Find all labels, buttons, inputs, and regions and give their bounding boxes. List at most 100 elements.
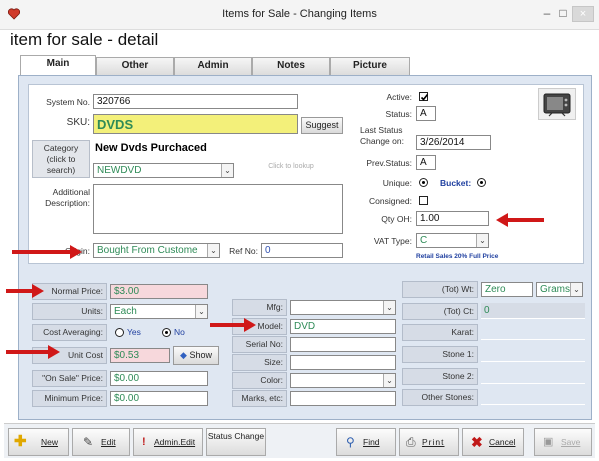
serial-no-label: Serial No:: [232, 336, 287, 353]
on-sale-price-label: "On Sale" Price:: [32, 370, 107, 387]
sku-label: SKU:: [66, 117, 90, 128]
chevron-down-icon[interactable]: ⌄: [195, 305, 207, 318]
cost-averaging-no-radio[interactable]: [162, 328, 171, 337]
title-bar: Items for Sale - Changing Items – □ ×: [0, 0, 599, 30]
vat-note: Retail Sales 20% Full Price: [416, 253, 499, 260]
edit-button[interactable]: ✎ Edit: [72, 428, 130, 456]
chevron-down-icon[interactable]: ⌄: [570, 283, 582, 296]
size-field[interactable]: [290, 355, 396, 370]
print-button[interactable]: ⎙ Print: [399, 428, 459, 456]
bucket-radio[interactable]: [477, 178, 486, 187]
active-label: Active:: [386, 92, 412, 102]
prev-status-field[interactable]: A: [416, 155, 436, 170]
yes-label: Yes: [127, 327, 141, 337]
stone1-field[interactable]: [481, 346, 585, 362]
minimum-price-field[interactable]: $0.00: [110, 391, 208, 406]
active-checkbox[interactable]: [419, 92, 429, 101]
serial-no-field[interactable]: [290, 337, 396, 352]
click-to-lookup-hint: Click to lookup: [268, 163, 314, 170]
exclamation-icon: !: [142, 436, 146, 448]
category-search-button[interactable]: Category (click to search): [32, 140, 90, 178]
marks-field[interactable]: [290, 391, 396, 406]
chevron-down-icon[interactable]: ⌄: [476, 234, 488, 247]
vat-type-label: VAT Type:: [373, 236, 412, 246]
last-status-label: Last Status Change on:: [360, 125, 404, 146]
tab-picture[interactable]: Picture: [330, 57, 410, 75]
other-stones-field[interactable]: [481, 389, 585, 405]
size-label: Size:: [232, 354, 287, 371]
print-label: Print: [422, 437, 445, 447]
status-field[interactable]: A: [416, 106, 436, 121]
prev-status-label: Prev.Status:: [366, 158, 412, 168]
tab-main[interactable]: Main: [20, 55, 96, 76]
units-select[interactable]: Each ⌄: [110, 304, 208, 319]
cost-averaging-label: Cost Averaging:: [32, 324, 107, 341]
origin-select[interactable]: Bought From Custome ⌄: [93, 243, 220, 258]
tot-wt-field[interactable]: Zero: [481, 282, 533, 297]
mfg-label: Mfg:: [232, 299, 287, 316]
ref-no-field[interactable]: 0: [261, 243, 343, 258]
tab-other[interactable]: Other: [96, 57, 174, 75]
model-field[interactable]: DVD: [290, 319, 396, 334]
status-change-button[interactable]: Status Change: [206, 428, 266, 456]
unique-radio[interactable]: [419, 178, 428, 187]
origin-value: Bought From Custome: [97, 245, 198, 256]
plus-icon: ✚: [14, 433, 27, 450]
mfg-select[interactable]: ⌄: [290, 300, 396, 315]
vat-type-select[interactable]: C ⌄: [416, 233, 489, 248]
vat-type-value: C: [420, 235, 428, 246]
ref-no-label: Ref No:: [229, 246, 258, 256]
arrow-icon: ◆: [180, 350, 187, 360]
stone1-label: Stone 1:: [402, 346, 478, 363]
tv-icon: [543, 93, 571, 117]
arrow-unit-cost-icon: [6, 345, 62, 359]
show-cost-button[interactable]: ◆ Show: [173, 346, 219, 365]
system-no-field[interactable]: 320766: [93, 94, 298, 109]
karat-field[interactable]: [481, 324, 585, 340]
tab-admin[interactable]: Admin: [174, 57, 252, 75]
suggest-button[interactable]: Suggest: [301, 117, 343, 134]
chevron-down-icon[interactable]: ⌄: [383, 374, 395, 387]
unique-label: Unique:: [382, 178, 412, 188]
consigned-checkbox[interactable]: [419, 196, 428, 205]
last-status-date-field[interactable]: 3/26/2014: [416, 135, 491, 150]
cost-averaging-yes-radio[interactable]: [115, 328, 124, 337]
item-picture-thumbnail[interactable]: [538, 88, 576, 120]
on-sale-price-field[interactable]: $0.00: [110, 371, 208, 386]
chevron-down-icon[interactable]: ⌄: [383, 301, 395, 314]
category-code-value: NEWDVD: [97, 165, 142, 176]
edit-label: Edit: [101, 437, 116, 447]
find-button[interactable]: ⚲ Find: [336, 428, 396, 456]
arrow-origin-icon: [12, 245, 82, 259]
new-button[interactable]: ✚ New: [8, 428, 69, 456]
pencil-icon: ✎: [83, 435, 94, 449]
cancel-button[interactable]: ✖ Cancel: [462, 428, 524, 456]
qty-oh-label: Qty OH:: [381, 214, 412, 224]
sku-field[interactable]: DVDS: [93, 114, 298, 134]
admin-edit-button[interactable]: ! Admin.Edit: [133, 428, 203, 456]
additional-description-field[interactable]: [93, 184, 343, 234]
units-value: Each: [114, 306, 137, 317]
weight-unit-select[interactable]: Grams ⌄: [536, 282, 583, 297]
tot-ct-field[interactable]: 0: [481, 303, 585, 319]
admin-edit-label: Admin.Edit: [154, 437, 196, 447]
unit-cost-field[interactable]: $0.53: [110, 348, 170, 363]
category-code-select[interactable]: NEWDVD ⌄: [93, 163, 234, 178]
close-button[interactable]: ×: [572, 6, 594, 22]
qty-oh-field[interactable]: 1.00: [416, 211, 489, 226]
arrow-normal-price-icon: [6, 284, 46, 298]
maximize-button[interactable]: □: [556, 6, 570, 22]
chevron-down-icon[interactable]: ⌄: [221, 164, 233, 177]
save-label: Save: [561, 437, 581, 447]
normal-price-field[interactable]: $3.00: [110, 284, 208, 299]
tab-notes[interactable]: Notes: [252, 57, 330, 75]
stone2-field[interactable]: [481, 368, 585, 384]
find-label: Find: [363, 437, 380, 447]
color-select[interactable]: ⌄: [290, 373, 396, 388]
consigned-label: Consigned:: [368, 196, 412, 206]
floppy-disk-icon: ▣: [543, 436, 554, 448]
save-button[interactable]: ▣ Save: [534, 428, 592, 456]
minimum-price-label: Minimum Price:: [32, 390, 107, 407]
chevron-down-icon[interactable]: ⌄: [207, 244, 219, 257]
minimize-button[interactable]: –: [540, 6, 554, 22]
